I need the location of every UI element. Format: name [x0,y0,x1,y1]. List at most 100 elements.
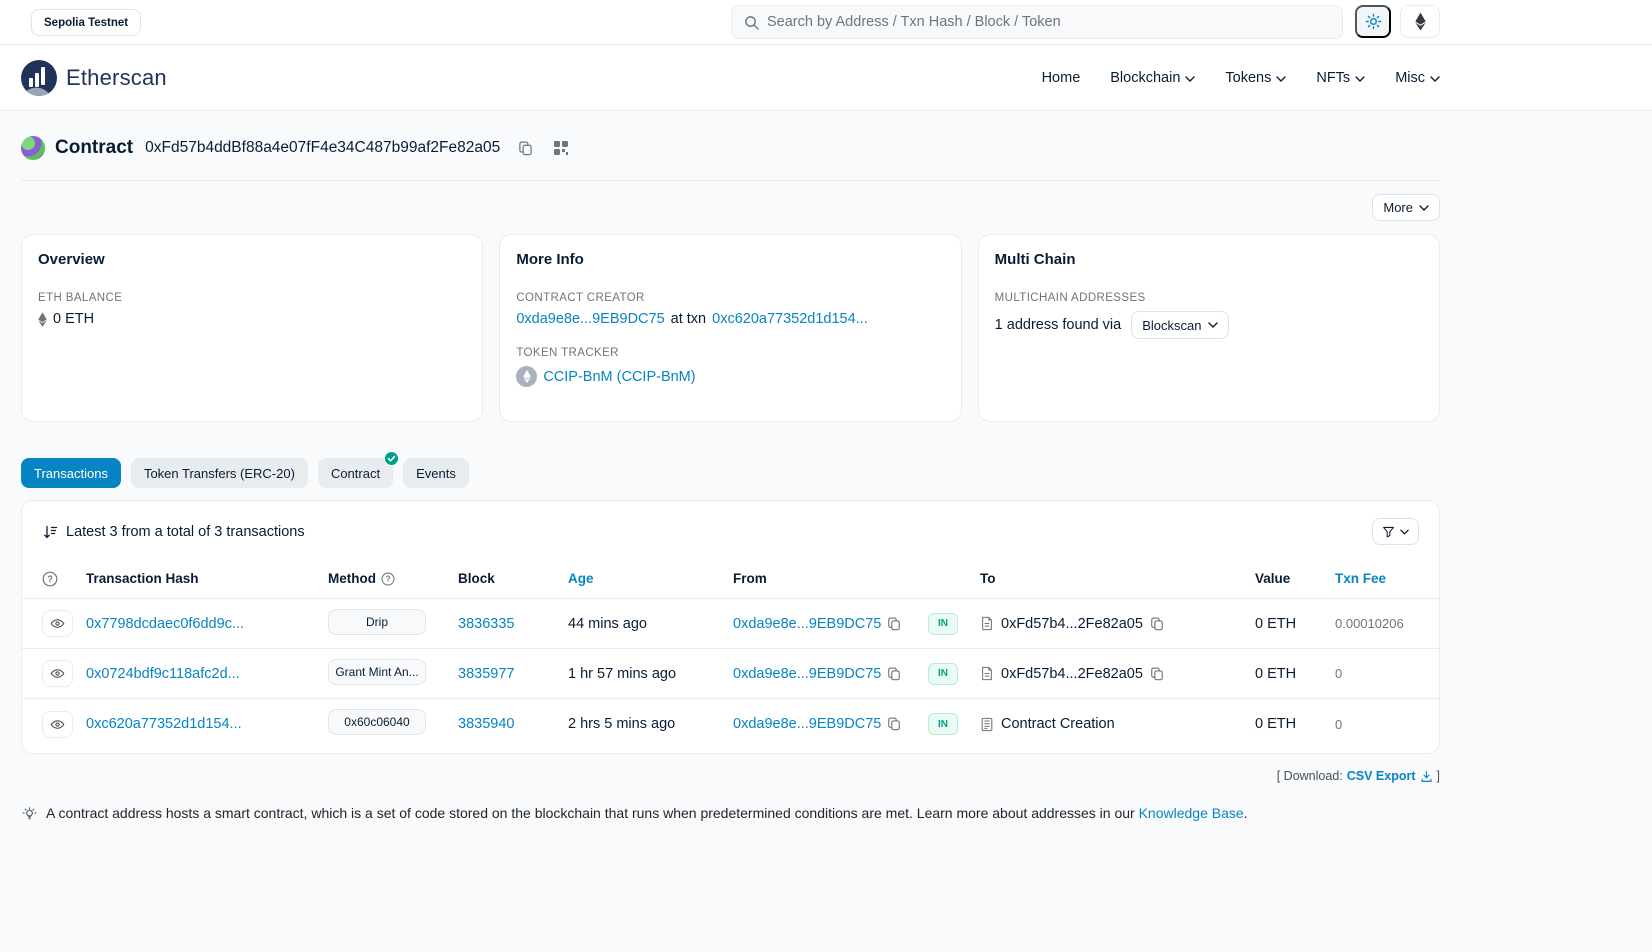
nav-item-home[interactable]: Home [1042,70,1081,86]
info-cards: Overview ETH BALANCE 0 ETH More Info CON… [21,234,1440,422]
value-text: 0 ETH [1255,666,1335,682]
site-header: Etherscan Home Blockchain Tokens NFTs Mi… [0,45,1652,111]
etherscan-logo-icon [21,60,57,96]
nav-label: Home [1042,70,1081,86]
chevron-down-icon [1419,205,1429,211]
method-badge: Drip [328,609,426,635]
creator-address-link[interactable]: 0xda9e8e...9EB9DC75 [516,311,664,327]
search-bar[interactable] [731,5,1343,39]
copy-icon [1150,617,1164,631]
qr-code-button[interactable] [551,138,571,158]
contract-creation-icon [980,717,994,732]
from-address-link[interactable]: 0xda9e8e...9EB9DC75 [733,666,881,682]
filter-button[interactable] [1372,518,1419,545]
help-icon: ? [42,571,58,587]
tab-label: Contract [331,466,380,481]
knowledge-base-link[interactable]: Knowledge Base [1139,805,1244,821]
nav-label: Blockchain [1110,70,1180,86]
tab-token-transfers[interactable]: Token Transfers (ERC-20) [131,458,308,488]
column-header-age[interactable]: Age [568,571,733,586]
copy-icon [887,667,901,681]
provider-label: Blockscan [1142,318,1201,333]
to-address-text: Contract Creation [1001,716,1115,732]
creation-txn-link[interactable]: 0xc620a77352d1d154... [712,311,868,327]
network-selector-button[interactable] [1400,5,1440,38]
copy-from-address-button[interactable] [887,617,901,631]
transactions-panel: Latest 3 from a total of 3 transactions … [21,500,1440,754]
creator-at-text: at txn [671,311,706,327]
card-title: More Info [516,251,944,268]
value-text: 0 ETH [1255,616,1335,632]
chevron-down-icon [1185,76,1195,82]
copy-to-address-button[interactable] [1150,667,1164,681]
token-tracker-label: TOKEN TRACKER [516,347,944,359]
transaction-hash-link[interactable]: 0x7798dcdaec0f6dd9c... [86,616,244,632]
copy-from-address-button[interactable] [887,717,901,731]
nav-item-nfts[interactable]: NFTs [1316,70,1365,86]
to-address-text: 0xFd57b4...2Fe82a05 [1001,616,1143,632]
tab-transactions[interactable]: Transactions [21,458,121,488]
method-badge: 0x60c06040 [328,709,426,735]
table-row: 0x0724bdf9c118afc2d... Grant Mint An... … [22,649,1439,699]
direction-badge: IN [928,613,958,635]
transaction-hash-link[interactable]: 0xc620a77352d1d154... [86,716,242,732]
block-link[interactable]: 3835940 [458,716,514,732]
svg-text:?: ? [386,574,391,583]
nav-item-misc[interactable]: Misc [1395,70,1440,86]
copy-address-button[interactable] [516,139,535,158]
document-icon [980,616,994,631]
main-content: Contract 0xFd57b4ddBf88a4e07fF4e34C487b9… [21,111,1440,823]
blockscan-dropdown-button[interactable]: Blockscan [1131,311,1229,339]
nav-item-tokens[interactable]: Tokens [1225,70,1286,86]
chevron-down-icon [1208,322,1218,328]
contract-note: A contract address hosts a smart contrac… [21,805,1440,823]
qr-code-icon [553,140,569,156]
search-icon [744,15,759,30]
note-text: A contract address hosts a smart contrac… [46,805,1135,821]
column-header-transaction-hash: Transaction Hash [86,571,328,586]
copy-icon [887,717,901,731]
from-address-link[interactable]: 0xda9e8e...9EB9DC75 [733,716,881,732]
csv-export-link[interactable]: CSV Export [1347,769,1433,783]
method-badge: Grant Mint An... [328,659,426,685]
search-input[interactable] [767,14,1330,30]
ethereum-icon [1415,12,1426,31]
preview-transaction-button[interactable] [42,660,73,687]
theme-toggle-button[interactable] [1355,5,1391,38]
tab-label: Token Transfers (ERC-20) [144,466,295,481]
more-dropdown-button[interactable]: More [1372,194,1440,221]
filter-icon [1382,525,1395,538]
transaction-hash-link[interactable]: 0x0724bdf9c118afc2d... [86,666,240,682]
copy-to-address-button[interactable] [1150,617,1164,631]
column-header-from: From [733,571,928,586]
from-address-link[interactable]: 0xda9e8e...9EB9DC75 [733,616,881,632]
overview-card: Overview ETH BALANCE 0 ETH [21,234,483,422]
token-tracker-link[interactable]: CCIP-BnM (CCIP-BnM) [543,369,695,385]
column-header-txn-fee[interactable]: Txn Fee [1335,571,1439,586]
more-label: More [1383,200,1413,215]
direction-badge: IN [928,713,958,735]
eye-icon [50,717,65,732]
more-info-card: More Info CONTRACT CREATOR 0xda9e8e...9E… [499,234,961,422]
column-header-method: Method ? [328,571,458,586]
eye-icon [50,616,65,631]
token-icon [516,366,537,387]
block-link[interactable]: 3835977 [458,666,514,682]
copy-from-address-button[interactable] [887,667,901,681]
tab-contract[interactable]: Contract [318,458,393,488]
nav-item-blockchain[interactable]: Blockchain [1110,70,1195,86]
download-prefix: [ Download: [1277,769,1343,783]
direction-badge: IN [928,663,958,685]
help-icon: ? [381,572,395,586]
etherscan-logo[interactable]: Etherscan [21,60,167,96]
preview-transaction-button[interactable] [42,711,73,738]
network-badge[interactable]: Sepolia Testnet [31,9,141,36]
document-icon [980,666,994,681]
tab-events[interactable]: Events [403,458,469,488]
main-nav: Home Blockchain Tokens NFTs Misc [1042,70,1440,86]
block-link[interactable]: 3836335 [458,616,514,632]
ethereum-icon [38,312,47,327]
csv-export-label: CSV Export [1347,769,1416,783]
preview-transaction-button[interactable] [42,610,73,637]
table-row: 0x7798dcdaec0f6dd9c... Drip 3836335 44 m… [22,599,1439,649]
